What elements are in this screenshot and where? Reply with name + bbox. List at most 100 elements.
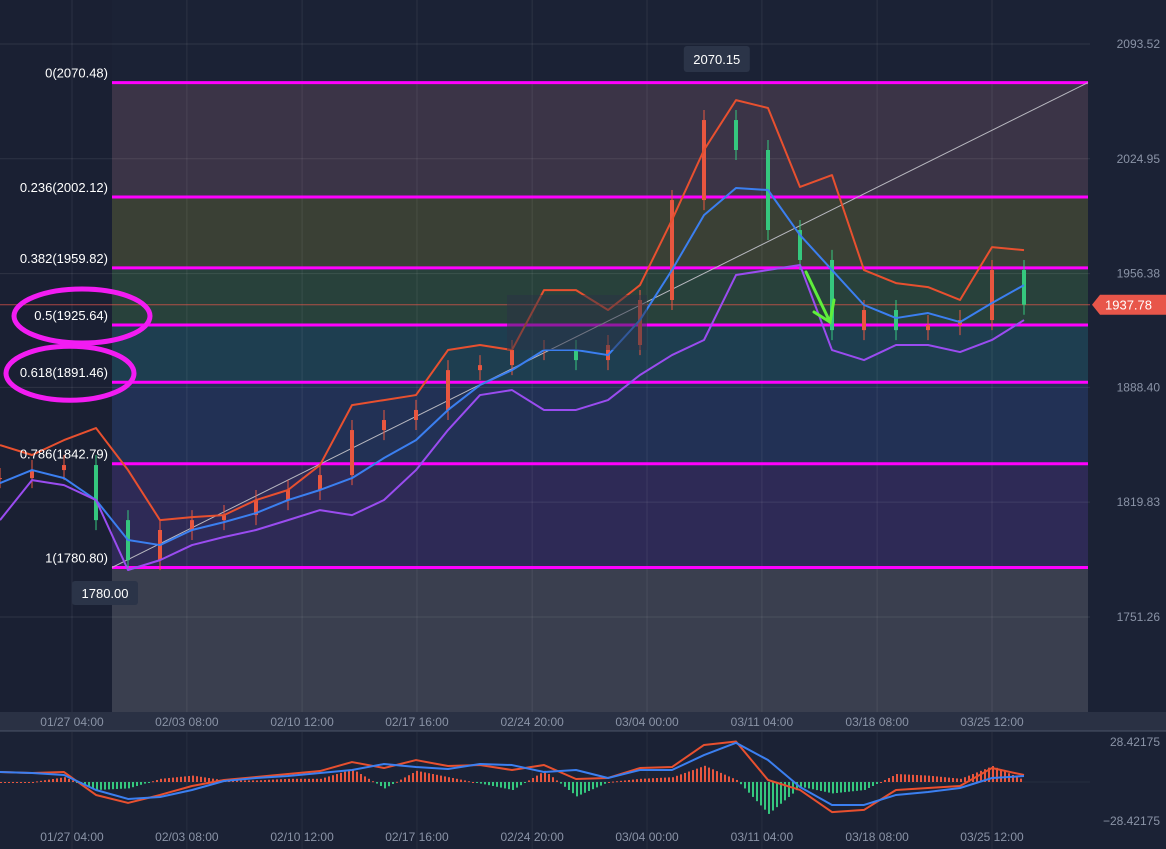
macd-histogram-bar xyxy=(16,782,18,783)
macd-histogram-bar xyxy=(368,778,370,782)
macd-histogram-bar xyxy=(820,782,822,791)
fib-level-label: 0.786(1842.79) xyxy=(20,447,108,462)
macd-histogram-bar xyxy=(176,777,178,782)
macd-histogram-bar xyxy=(872,782,874,786)
macd-histogram-bar xyxy=(420,771,422,782)
macd-histogram-bar xyxy=(192,775,194,782)
macd-histogram-bar xyxy=(164,778,166,782)
macd-histogram-bar xyxy=(652,778,654,782)
macd-histogram-bar xyxy=(940,776,942,782)
candle xyxy=(318,475,322,490)
x-tick-label: 03/25 12:00 xyxy=(960,715,1024,729)
macd-histogram-bar xyxy=(788,782,790,797)
macd-histogram-bar xyxy=(344,771,346,782)
macd-histogram-bar xyxy=(568,782,570,790)
macd-histogram-bar xyxy=(184,776,186,782)
candle xyxy=(62,465,66,471)
macd-histogram-bar xyxy=(408,775,410,782)
macd-histogram-bar xyxy=(548,774,550,782)
macd-histogram-bar xyxy=(468,781,470,783)
macd-histogram-bar xyxy=(964,777,966,782)
macd-histogram-bar xyxy=(816,782,818,791)
macd-histogram-bar xyxy=(668,777,670,782)
fib-zone xyxy=(112,82,1088,198)
macd-histogram-bar xyxy=(96,782,98,790)
macd-histogram-bar xyxy=(628,780,630,782)
macd-histogram-bar xyxy=(904,774,906,782)
macd-histogram-bar xyxy=(116,782,118,789)
macd-histogram-bar xyxy=(900,774,902,782)
x-tick-label: 02/10 12:00 xyxy=(270,715,334,729)
macd-histogram-bar xyxy=(552,777,554,782)
macd-histogram-bar xyxy=(952,778,954,782)
macd-y-tick-label: −28.42175 xyxy=(1103,814,1160,828)
candle xyxy=(94,465,98,521)
x-tick-label: 01/27 04:00 xyxy=(40,715,104,729)
macd-histogram-bar xyxy=(100,782,102,790)
macd-histogram-bar xyxy=(4,782,6,783)
candle xyxy=(894,310,898,331)
macd-histogram-bar xyxy=(196,776,198,782)
candle xyxy=(1022,270,1026,305)
macd-histogram-bar xyxy=(876,782,878,784)
macd-histogram-bar xyxy=(248,780,250,782)
macd-histogram-bar xyxy=(888,778,890,782)
macd-histogram-bar xyxy=(444,776,446,782)
x-tick-label: 02/17 16:00 xyxy=(385,715,449,729)
watermark-box xyxy=(507,295,647,350)
macd-histogram-bar xyxy=(948,777,950,782)
macd-histogram-bar xyxy=(512,782,514,790)
candle xyxy=(414,409,418,421)
macd-histogram-bar xyxy=(912,774,914,782)
macd-histogram-bar xyxy=(52,779,54,782)
price-chart[interactable]: 2093.52 2024.95 1956.38 1888.40 1819.83 1751.… xyxy=(0,0,1166,849)
macd-histogram-bar xyxy=(264,780,266,782)
macd-histogram-bar xyxy=(868,782,870,788)
macd-x-tick-label: 03/25 12:00 xyxy=(960,830,1024,844)
macd-histogram-bar xyxy=(484,782,486,785)
macd-histogram-bar xyxy=(688,771,690,782)
macd-histogram-bar xyxy=(64,777,66,782)
macd-histogram-bar xyxy=(804,782,806,788)
macd-histogram-bar xyxy=(448,777,450,782)
macd-x-tick-label: 02/03 08:00 xyxy=(155,830,219,844)
macd-histogram-bar xyxy=(892,776,894,782)
x-tick-label: 03/04 00:00 xyxy=(615,715,679,729)
macd-histogram-bar xyxy=(48,779,50,782)
macd-x-tick-label: 02/24 20:00 xyxy=(500,830,564,844)
macd-histogram-bar xyxy=(716,771,718,782)
macd-histogram-bar xyxy=(744,782,746,789)
macd-histogram-bar xyxy=(908,774,910,782)
macd-histogram-bar xyxy=(768,782,770,814)
macd-histogram-bar xyxy=(880,782,882,783)
macd-histogram-bar xyxy=(864,782,866,790)
macd-histogram-bar xyxy=(428,773,430,782)
macd-histogram-bar xyxy=(612,781,614,783)
macd-histogram-bar xyxy=(920,775,922,782)
macd-histogram-bar xyxy=(28,782,30,783)
macd-histogram-bar xyxy=(44,780,46,782)
macd-histogram-bar xyxy=(540,773,542,782)
macd-histogram-bar xyxy=(336,774,338,782)
fib-zone xyxy=(112,463,1088,568)
macd-histogram-bar xyxy=(36,781,38,783)
macd-x-tick-label: 03/11 04:00 xyxy=(731,830,794,844)
macd-histogram-bar xyxy=(756,782,758,802)
macd-histogram-bar xyxy=(492,782,494,786)
macd-histogram-bar xyxy=(832,782,834,794)
macd-histogram-bar xyxy=(200,776,202,782)
macd-histogram-bar xyxy=(500,782,502,788)
candle xyxy=(286,489,290,501)
macd-histogram-bar xyxy=(680,774,682,782)
macd-histogram-bar xyxy=(296,778,298,782)
fib-level-label: 0.382(1959.82) xyxy=(20,251,108,266)
macd-histogram-bar xyxy=(124,782,126,789)
macd-histogram-bar xyxy=(848,782,850,792)
macd-histogram-bar xyxy=(256,780,258,782)
candle xyxy=(382,420,386,431)
macd-histogram-bar xyxy=(460,779,462,782)
macd-histogram-bar xyxy=(272,779,274,782)
macd-histogram-bar xyxy=(252,780,254,782)
macd-histogram-bar xyxy=(260,780,262,782)
macd-histogram-bar xyxy=(304,778,306,782)
